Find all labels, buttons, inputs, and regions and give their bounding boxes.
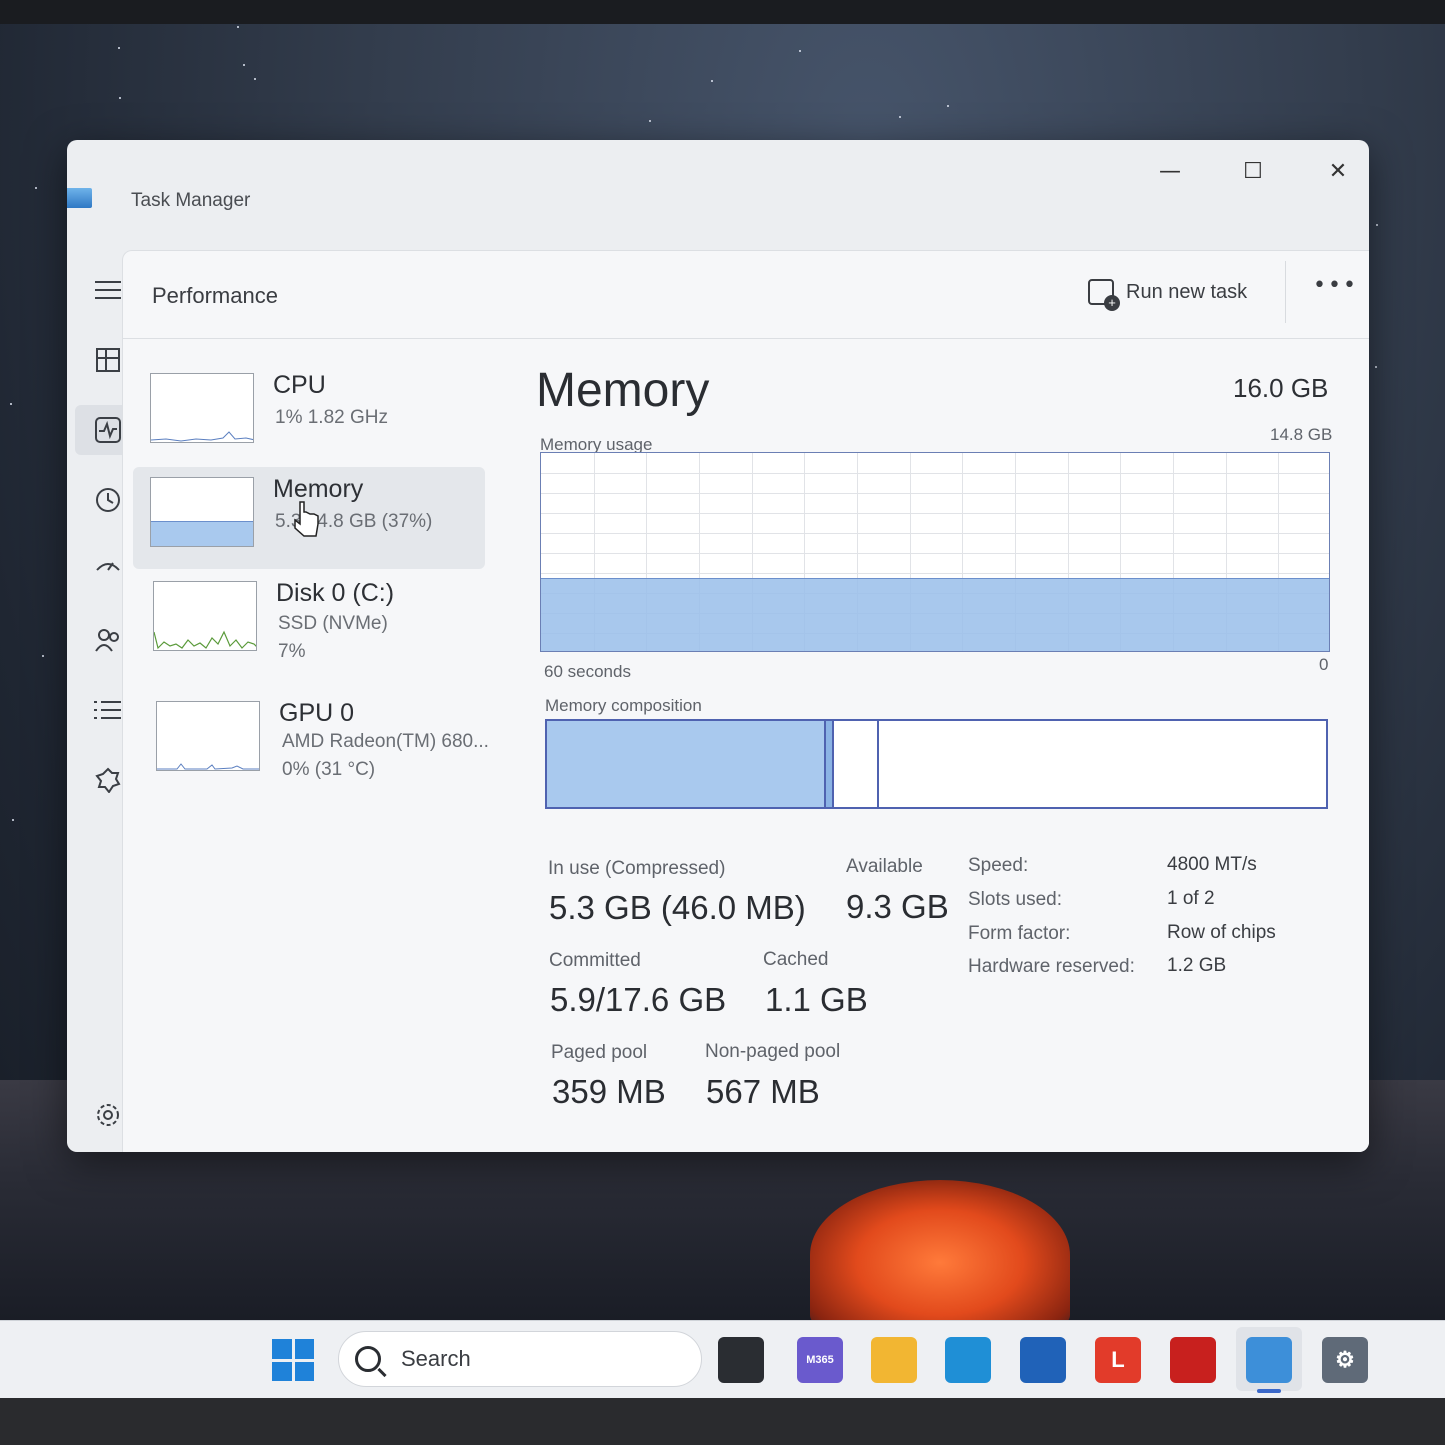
resource-item-gpu[interactable]: GPU 0 AMD Radeon(TM) 680... 0% (31 °C)	[133, 691, 489, 793]
slots-used-value: 1 of 2	[1167, 888, 1215, 909]
resource-detail-usage: 7%	[278, 641, 306, 662]
search-icon	[355, 1346, 381, 1372]
run-new-task-icon	[1088, 279, 1120, 311]
screen-bezel-top	[0, 0, 1445, 24]
performance-panel: Performance Run new task ••• CPU 1% 1.82…	[122, 250, 1369, 1152]
resource-detail-usage: 0% (31 °C)	[282, 759, 376, 780]
active-app-indicator	[1257, 1389, 1281, 1393]
cached-label: Cached	[763, 949, 829, 970]
panel-header: Performance Run new task •••	[123, 251, 1369, 339]
memory-thumbnail-graph	[150, 477, 254, 547]
gpu-thumbnail-graph	[156, 701, 260, 771]
star	[1376, 223, 1379, 226]
graph-gridline	[541, 533, 1329, 534]
star	[10, 402, 13, 405]
memory-total: 16.0 GB	[1233, 373, 1329, 403]
start-button[interactable]	[272, 1339, 314, 1381]
speed-value: 4800 MT/s	[1167, 854, 1257, 875]
task-manager-app-icon	[67, 188, 92, 208]
graph-gridline	[541, 473, 1329, 474]
hardware-reserved-value: 1.2 GB	[1167, 955, 1227, 976]
memory-composition-bar[interactable]	[545, 719, 1328, 809]
composition-standby[interactable]	[833, 721, 880, 807]
memory-usage-max: 14.8 GB	[1270, 425, 1333, 444]
resource-item-cpu[interactable]: CPU 1% 1.82 GHz	[133, 363, 485, 465]
mouse-pointer-icon	[294, 501, 319, 537]
composition-in-use[interactable]	[547, 721, 826, 807]
form-factor-value: Row of chips	[1167, 922, 1276, 943]
minimize-button[interactable]: —	[1147, 148, 1193, 194]
resource-detail: AMD Radeon(TM) 680...	[282, 731, 489, 752]
graph-gridline	[541, 573, 1329, 574]
resource-name: Disk 0 (C:)	[276, 579, 395, 607]
available-label: Available	[846, 856, 923, 877]
screen-bezel-bottom	[0, 1398, 1445, 1445]
memory-usage-fill	[541, 577, 1329, 651]
star	[117, 47, 120, 50]
graph-gridline	[541, 493, 1329, 494]
file-explorer-icon[interactable]	[871, 1337, 917, 1383]
taskbar-search-box[interactable]: Search	[338, 1331, 702, 1387]
in-use-value: 5.3 GB (46.0 MB)	[549, 889, 806, 926]
task-manager-window: Task Manager — ☐ ✕ Performance + Run new…	[67, 140, 1369, 1152]
graph-time-end: 0	[1319, 655, 1329, 674]
cached-value: 1.1 GB	[765, 981, 868, 1018]
committed-value: 5.9/17.6 GB	[550, 981, 727, 1018]
paged-pool-value: 359 MB	[552, 1073, 666, 1110]
star	[648, 119, 651, 122]
run-new-task-button[interactable]: Run new task	[1088, 267, 1247, 317]
star	[898, 115, 901, 118]
store-icon[interactable]	[1020, 1337, 1066, 1383]
run-new-task-label: Run new task	[1126, 280, 1248, 303]
star	[237, 25, 239, 28]
resource-name: GPU 0	[279, 699, 355, 727]
graph-gridline	[541, 513, 1329, 514]
committed-label: Committed	[549, 950, 641, 971]
resource-detail: SSD (NVMe)	[278, 613, 388, 634]
taskbar: Search M365 L ⚙	[0, 1320, 1445, 1398]
graph-time-label: 60 seconds	[544, 662, 631, 681]
mcafee-icon[interactable]	[1170, 1337, 1216, 1383]
composition-free[interactable]	[879, 721, 1326, 807]
window-title: Task Manager	[131, 190, 251, 211]
non-paged-pool-label: Non-paged pool	[705, 1041, 841, 1062]
search-placeholder: Search	[401, 1346, 471, 1371]
lenovo-icon[interactable]: L	[1095, 1337, 1141, 1383]
resource-detail: 1% 1.82 GHz	[275, 407, 388, 428]
speed-label: Speed:	[968, 855, 1029, 876]
more-options-button[interactable]: •••	[1313, 273, 1358, 298]
disk-thumbnail-graph	[153, 581, 257, 651]
resource-item-disk[interactable]: Disk 0 (C:) SSD (NVMe) 7%	[133, 571, 485, 673]
title-bar[interactable]: Task Manager — ☐ ✕	[67, 140, 1369, 240]
cpu-thumbnail-graph	[150, 373, 254, 443]
edge-icon[interactable]	[945, 1337, 991, 1383]
available-value: 9.3 GB	[846, 888, 949, 925]
task-view-icon[interactable]	[718, 1337, 764, 1383]
memory-composition-label: Memory composition	[545, 696, 702, 715]
page-title: Performance	[152, 283, 278, 308]
resource-name: CPU	[273, 371, 326, 399]
wallpaper-tent	[810, 1180, 1070, 1330]
in-use-label: In use (Compressed)	[548, 858, 726, 879]
m365-copilot-icon[interactable]: M365	[797, 1337, 843, 1383]
graph-gridline	[541, 553, 1329, 554]
settings-app-icon[interactable]: ⚙	[1322, 1337, 1368, 1383]
form-factor-label: Form factor:	[968, 923, 1071, 944]
non-paged-pool-value: 567 MB	[706, 1073, 820, 1110]
slots-used-label: Slots used:	[968, 889, 1062, 910]
composition-modified[interactable]	[825, 721, 834, 807]
hardware-reserved-label: Hardware reserved:	[968, 956, 1135, 977]
star	[253, 77, 256, 80]
task-manager-icon[interactable]	[1246, 1337, 1292, 1383]
header-separator	[1285, 261, 1286, 323]
memory-usage-graph	[540, 452, 1330, 652]
memory-heading: Memory	[536, 364, 710, 417]
close-button[interactable]: ✕	[1315, 148, 1361, 194]
paged-pool-label: Paged pool	[551, 1042, 648, 1063]
maximize-button[interactable]: ☐	[1230, 148, 1276, 194]
